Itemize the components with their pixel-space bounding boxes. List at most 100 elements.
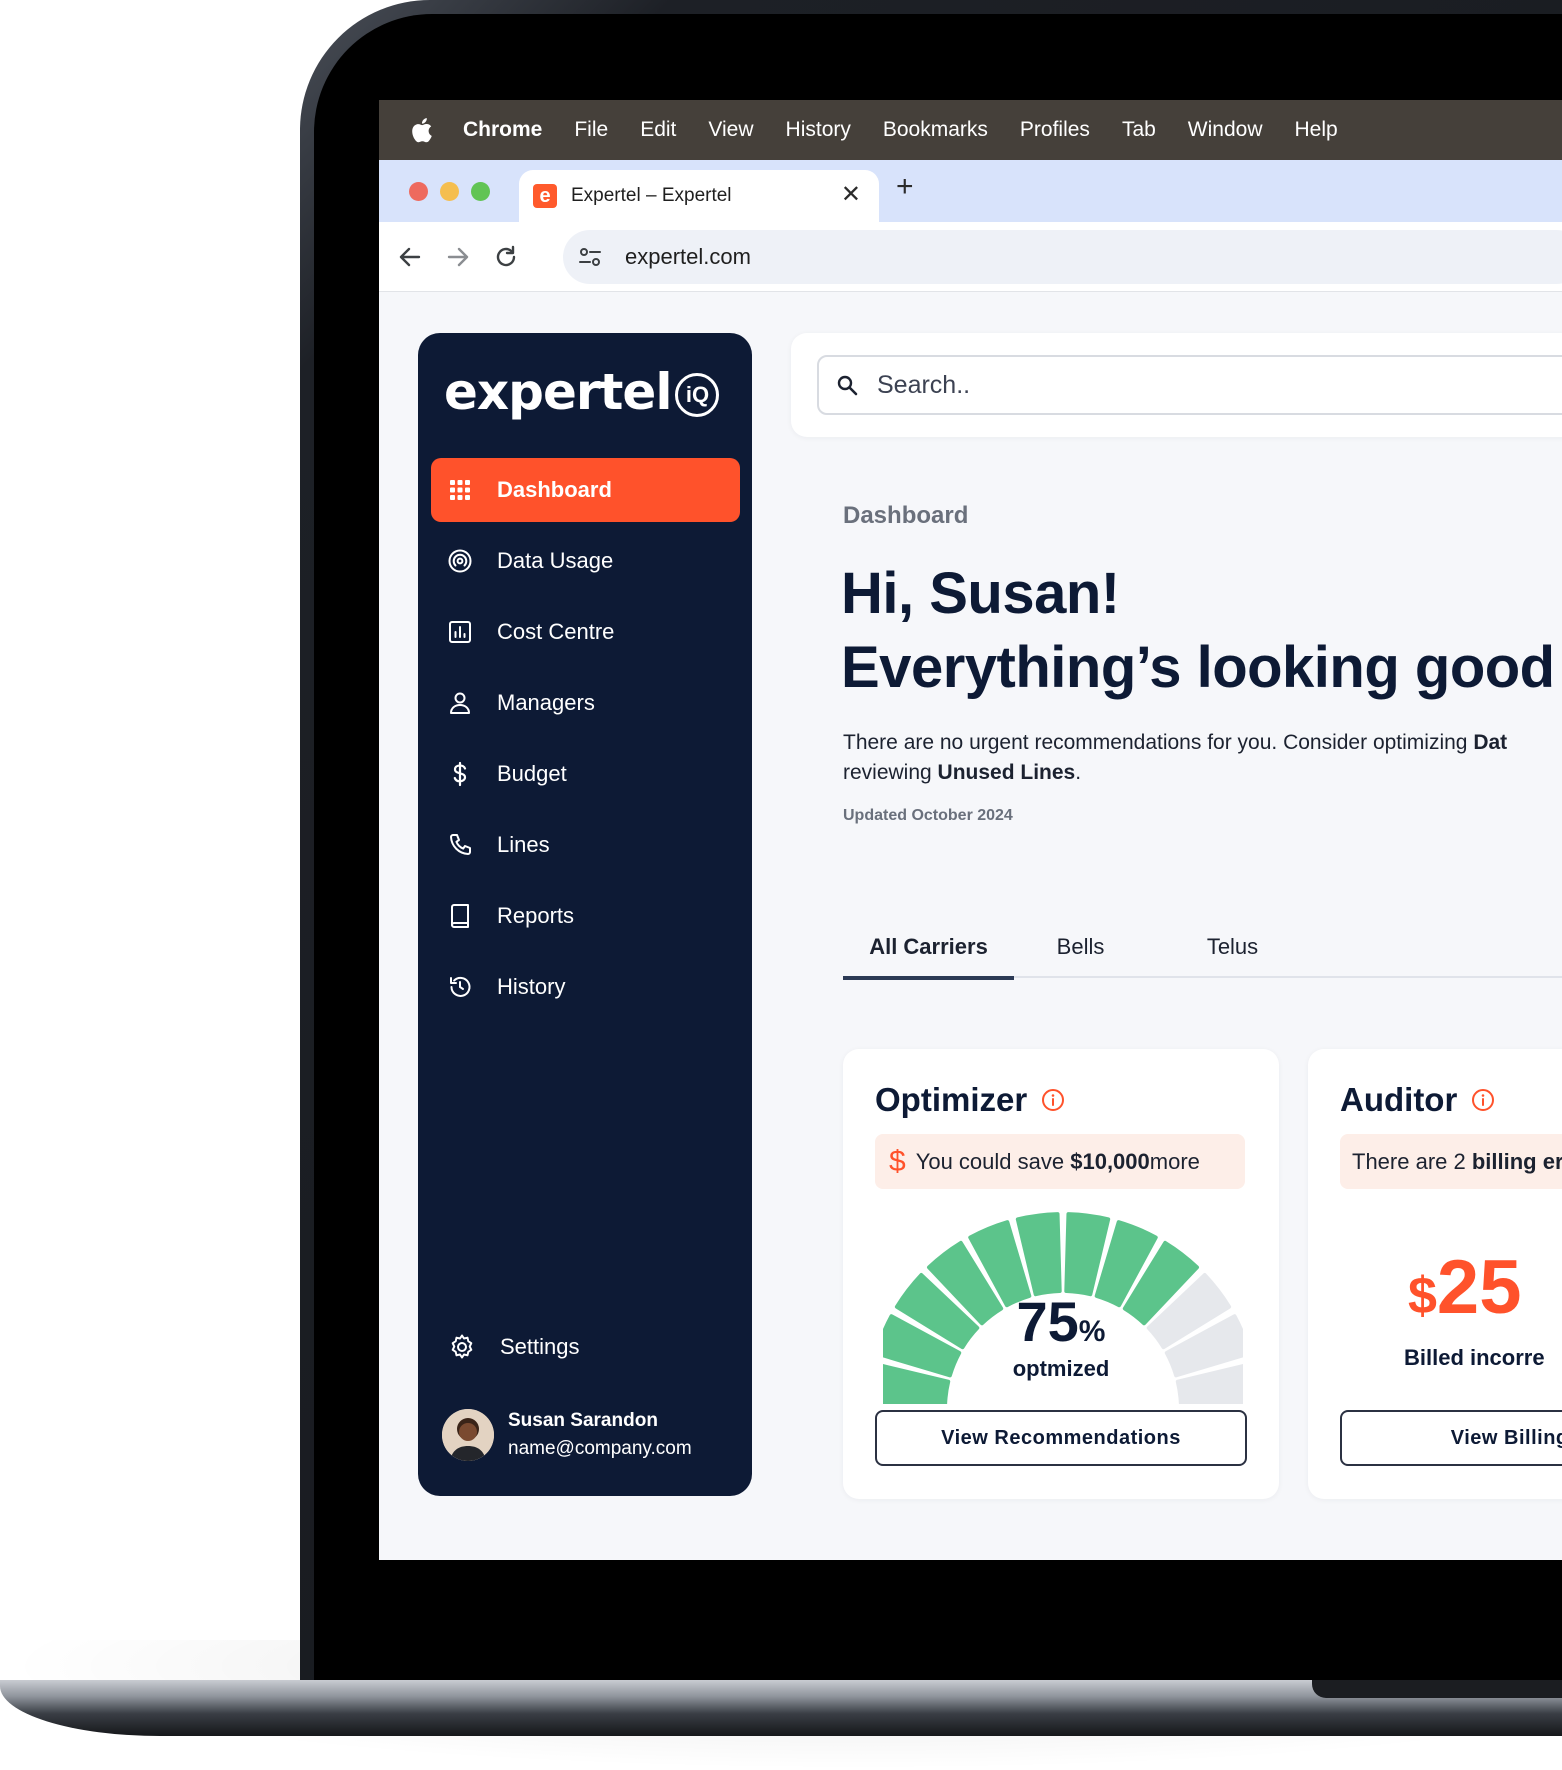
sidebar-item-managers[interactable]: Managers [431, 671, 740, 735]
user-profile[interactable]: Susan Sarandon name@company.com [442, 1409, 692, 1461]
new-tab-button[interactable]: + [896, 172, 914, 202]
menu-history[interactable]: History [786, 118, 851, 142]
gauge-number: 75 [1016, 1290, 1079, 1353]
gauge-label: optmized [1012, 1356, 1110, 1381]
sidebar-item-label: Dashboard [497, 477, 612, 502]
browser-tab[interactable]: e Expertel – Expertel ✕ [519, 170, 879, 222]
search-input[interactable] [877, 370, 1477, 400]
window-minimize-button[interactable] [440, 182, 459, 201]
billed-amount: $25 [1408, 1244, 1521, 1331]
savings-text: You could save [915, 1148, 1065, 1174]
screen: Chrome File Edit View History Bookmarks … [379, 100, 1562, 1560]
sidebar-item-label: Reports [497, 903, 575, 928]
savings-tail: more [1149, 1148, 1200, 1174]
book-icon [451, 904, 469, 928]
brand-wordmark: expertel [444, 363, 672, 421]
greeting-subtitle: Everything’s looking good s [841, 635, 1562, 700]
address-bar[interactable]: expertel.com [563, 230, 1562, 284]
avatar-portrait-icon [442, 1409, 494, 1461]
search-icon [837, 375, 858, 396]
sidebar-item-settings[interactable]: Settings [448, 1333, 580, 1361]
browser-tab-title: Expertel – Expertel [571, 185, 732, 206]
updated-timestamp: Updated October 2024 [843, 807, 1013, 824]
gear-icon [451, 1334, 473, 1359]
dollar-icon [453, 761, 467, 787]
view-billing-button[interactable]: View Billing De [1340, 1410, 1562, 1466]
reco-text-2: reviewing [843, 761, 938, 784]
auditor-title: Auditor [1340, 1081, 1495, 1119]
bar-chart-icon [449, 621, 471, 643]
stage: Chrome File Edit View History Bookmarks … [0, 0, 1562, 1770]
billed-value: 25 [1436, 1245, 1522, 1330]
search-box[interactable] [817, 355, 1562, 415]
phone-icon [450, 834, 471, 855]
billing-errors-pill: There are 2 billing err [1340, 1134, 1562, 1189]
menu-view[interactable]: View [708, 118, 753, 142]
tab-bells[interactable]: Bells [995, 930, 1166, 978]
breadcrumb: Dashboard [843, 502, 969, 529]
reload-icon[interactable] [493, 244, 519, 270]
apple-icon[interactable] [409, 116, 433, 144]
carrier-tabs: All Carriers Bells Telus [843, 930, 1562, 980]
sidebar-item-label: Cost Centre [497, 619, 615, 644]
info-icon[interactable] [1471, 1088, 1495, 1112]
menu-chrome[interactable]: Chrome [463, 118, 542, 142]
brand-badge: iQ [675, 373, 720, 417]
reco-link-data[interactable]: Dat [1473, 731, 1507, 754]
settings-label: Settings [500, 1334, 580, 1359]
search-card [791, 333, 1562, 437]
user-name: Susan Sarandon [508, 1410, 658, 1431]
grid-icon [450, 480, 470, 500]
menu-file[interactable]: File [574, 118, 608, 142]
brand-logo[interactable]: expertel iQ [444, 363, 720, 421]
site-settings-icon[interactable] [577, 244, 603, 270]
forward-arrow-icon[interactable] [445, 244, 471, 270]
tab-telus[interactable]: Telus [1147, 930, 1318, 978]
gauge-value: 75% [843, 1289, 1279, 1354]
optimizer-card: Optimizer $ You could save $10,000 more … [843, 1049, 1279, 1499]
billed-currency: $ [1408, 1267, 1437, 1325]
reco-link-unused-lines[interactable]: Unused Lines [938, 761, 1076, 784]
tab-all-carriers[interactable]: All Carriers [843, 930, 1014, 980]
sidebar: expertel iQ Dashboard Data Usage Cost Ce… [418, 333, 752, 1496]
mac-menu-bar: Chrome File Edit View History Bookmarks … [379, 100, 1562, 160]
tab-close-icon[interactable]: ✕ [841, 181, 861, 209]
menu-bookmarks[interactable]: Bookmarks [883, 118, 988, 142]
sidebar-item-label: History [497, 974, 566, 999]
sidebar-item-history[interactable]: History [431, 955, 740, 1019]
info-icon[interactable] [1041, 1088, 1065, 1112]
back-arrow-icon[interactable] [397, 244, 423, 270]
sidebar-item-reports[interactable]: Reports [431, 884, 740, 948]
sidebar-nav: Dashboard Data Usage Cost Centre Manager… [431, 458, 740, 1026]
menu-edit[interactable]: Edit [640, 118, 676, 142]
sidebar-item-lines[interactable]: Lines [431, 813, 740, 877]
history-icon [450, 976, 471, 997]
view-recommendations-button[interactable]: View Recommendations [875, 1410, 1247, 1466]
expertel-favicon-icon: e [533, 184, 557, 208]
menu-help[interactable]: Help [1295, 118, 1338, 142]
greeting-title: Hi, Susan! [841, 561, 1120, 626]
user-icon [450, 692, 470, 714]
savings-pill: $ You could save $10,000 more [875, 1134, 1245, 1189]
menu-window[interactable]: Window [1188, 118, 1263, 142]
laptop-base-lip [1312, 1680, 1562, 1698]
window-close-button[interactable] [409, 182, 428, 201]
sidebar-item-budget[interactable]: Budget [431, 742, 740, 806]
user-email: name@company.com [508, 1438, 692, 1459]
menu-tab[interactable]: Tab [1122, 118, 1156, 142]
signal-icon [448, 549, 472, 573]
savings-amount: $10,000 [1070, 1148, 1150, 1174]
sidebar-item-label: Data Usage [497, 548, 614, 573]
sidebar-item-data-usage[interactable]: Data Usage [431, 529, 740, 593]
sidebar-item-label: Lines [497, 832, 550, 857]
avatar [442, 1409, 494, 1461]
window-zoom-button[interactable] [471, 182, 490, 201]
sidebar-item-label: Budget [497, 761, 567, 786]
sidebar-item-dashboard[interactable]: Dashboard [431, 458, 740, 522]
reco-text-1: There are no urgent recommendations for … [843, 731, 1474, 754]
billed-label: Billed incorre [1404, 1345, 1545, 1370]
menu-profiles[interactable]: Profiles [1020, 118, 1090, 142]
sidebar-item-cost-centre[interactable]: Cost Centre [431, 600, 740, 664]
recommendation-text: There are no urgent recommendations for … [843, 728, 1562, 788]
billing-errors-text: There are 2 [1352, 1148, 1466, 1174]
